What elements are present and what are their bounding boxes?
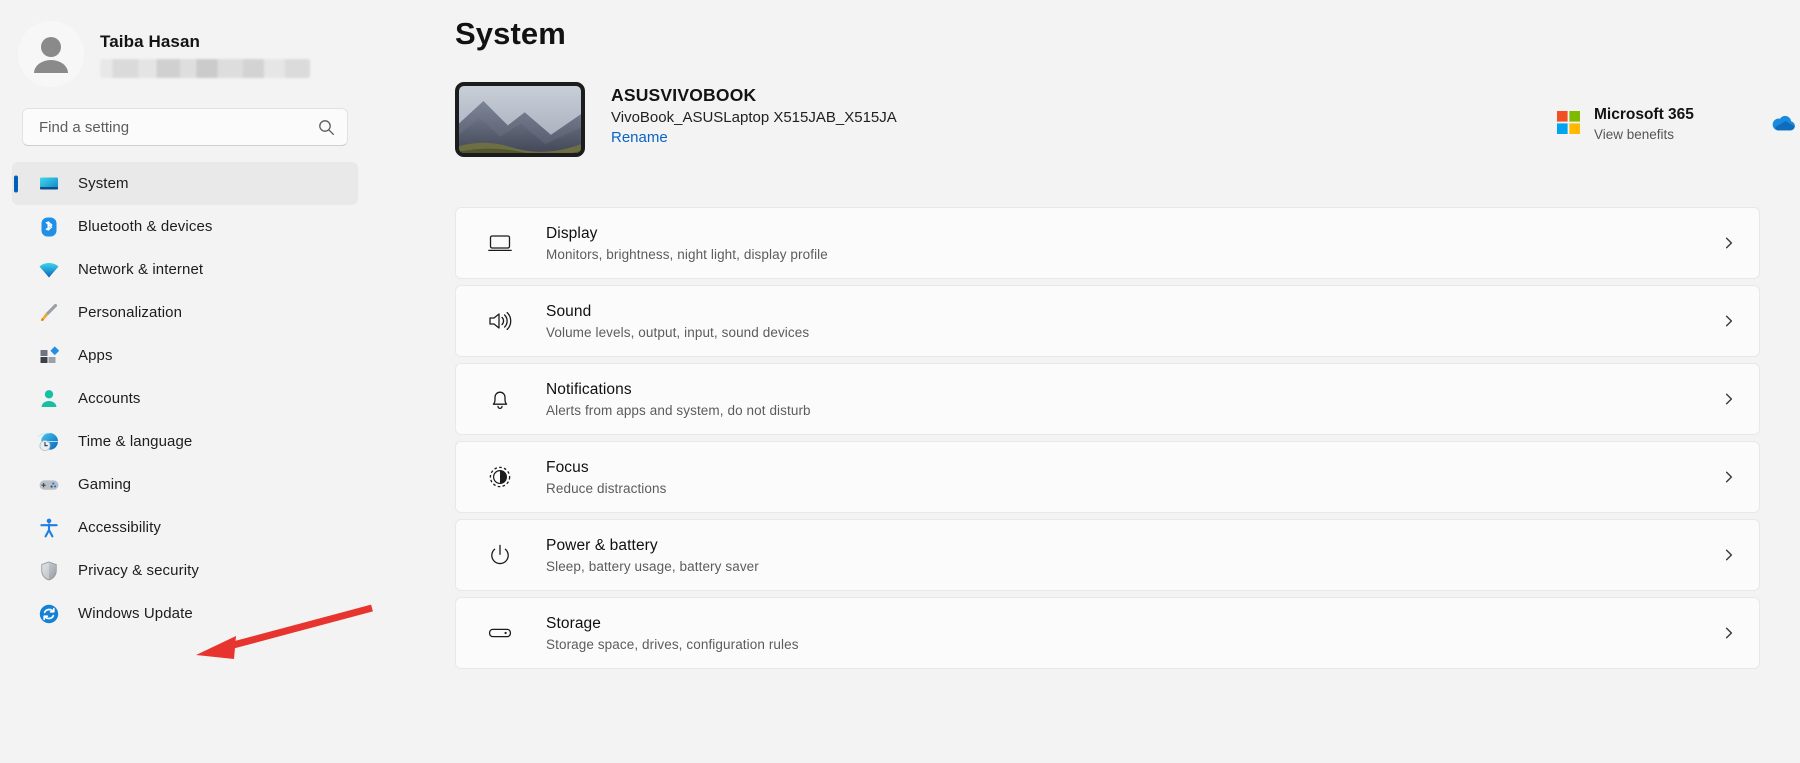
sidebar-item-label: System [78,175,129,192]
chevron-right-icon [1721,314,1737,328]
setting-title: Notifications [546,380,632,398]
setting-subtitle: Reduce distractions [546,480,667,496]
setting-text: Storage Storage space, drives, configura… [546,615,1721,652]
status-card-onedrive[interactable]: OneDrive Backed up [1770,106,1800,142]
sidebar-item-system[interactable]: System [12,162,358,205]
setting-text: Focus Reduce distractions [546,459,1721,496]
paintbrush-icon [38,302,60,324]
status-subtitle: View benefits [1594,127,1675,142]
setting-title: Storage [546,614,601,632]
profile-email-redacted [100,59,310,78]
sound-icon [486,307,514,335]
chevron-right-icon [1721,470,1737,484]
shield-icon [38,560,60,582]
setting-row-storage[interactable]: Storage Storage space, drives, configura… [455,597,1760,669]
chevron-right-icon [1721,626,1737,640]
update-icon [38,603,60,625]
bell-icon [486,385,514,413]
sidebar-item-accounts[interactable]: Accounts [12,377,358,420]
setting-subtitle: Alerts from apps and system, do not dist… [546,402,811,418]
setting-text: Notifications Alerts from apps and syste… [546,381,1721,418]
display-icon [486,229,514,257]
page-title: System [455,16,566,51]
main-content: System ASUSVIVOBOOK VivoBook_ASUSLaptop … [370,0,1800,763]
sidebar-item-gaming[interactable]: Gaming [12,463,358,506]
power-icon [486,541,514,569]
sidebar-item-accessibility[interactable]: Accessibility [12,506,358,549]
gamepad-icon [38,474,60,496]
setting-subtitle: Sleep, battery usage, battery saver [546,558,759,574]
setting-row-notifications[interactable]: Notifications Alerts from apps and syste… [455,363,1760,435]
setting-row-display[interactable]: Display Monitors, brightness, night ligh… [455,207,1760,279]
sidebar-item-bluetooth-devices[interactable]: Bluetooth & devices [12,205,358,248]
device-thumbnail [455,82,585,157]
profile-text: Taiba Hasan [100,30,310,78]
device-name: ASUSVIVOBOOK [611,85,757,105]
sidebar-item-personalization[interactable]: Personalization [12,291,358,334]
rename-link[interactable]: Rename [611,129,668,146]
sidebar-nav: System Bluetooth & devices Network & int… [0,146,370,635]
sidebar-item-label: Network & internet [78,261,204,278]
sidebar-item-windows-update[interactable]: Windows Update [12,592,358,635]
account-icon [38,388,60,410]
focus-icon [486,463,514,491]
accessibility-icon [38,517,60,539]
sidebar-item-label: Accessibility [78,519,161,536]
sidebar-item-label: Windows Update [78,605,193,622]
storage-icon [486,619,514,647]
search-input[interactable] [39,118,317,136]
setting-subtitle: Storage space, drives, configuration rul… [546,636,799,652]
sidebar-item-privacy-security[interactable]: Privacy & security [12,549,358,592]
setting-title: Sound [546,302,592,320]
chevron-right-icon [1721,236,1737,250]
settings-list: Display Monitors, brightness, night ligh… [370,172,1800,669]
sidebar-item-label: Time & language [78,433,193,450]
sidebar-item-label: Personalization [78,304,183,321]
sidebar-item-label: Gaming [78,476,132,493]
bluetooth-icon [38,216,60,238]
status-title: Microsoft 365 [1594,106,1694,123]
sidebar-item-label: Privacy & security [78,562,199,579]
setting-subtitle: Monitors, brightness, night light, displ… [546,246,828,262]
apps-icon [38,345,60,367]
sidebar-item-network-internet[interactable]: Network & internet [12,248,358,291]
device-model: VivoBook_ASUSLaptop X515JAB_X515JA [611,109,897,126]
status-card-microsoft-365[interactable]: Microsoft 365 View benefits [1555,106,1770,142]
chevron-right-icon [1721,392,1737,406]
sidebar-item-label: Bluetooth & devices [78,218,213,235]
setting-text: Power & battery Sleep, battery usage, ba… [546,537,1721,574]
profile-name: Taiba Hasan [100,32,200,51]
setting-subtitle: Volume levels, output, input, sound devi… [546,324,810,340]
search-box[interactable] [22,108,348,146]
avatar [18,21,84,87]
microsoft-logo-icon [1555,109,1581,135]
device-meta: ASUSVIVOBOOK VivoBook_ASUSLaptop X515JAB… [585,82,897,146]
status-text: Microsoft 365 View benefits [1594,106,1694,142]
sidebar: Taiba Hasan Find a setting System Blueto… [0,0,370,763]
status-cards: Microsoft 365 View benefits OneDrive Bac… [1555,106,1800,142]
user-profile[interactable]: Taiba Hasan [0,0,370,92]
setting-title: Display [546,224,598,242]
setting-row-sound[interactable]: Sound Volume levels, output, input, soun… [455,285,1760,357]
search-container [0,92,370,146]
monitor-icon [38,173,60,195]
clock-globe-icon [38,431,60,453]
setting-row-focus[interactable]: Focus Reduce distractions [455,441,1760,513]
sidebar-item-label: Accounts [78,390,141,407]
sidebar-item-label: Apps [78,347,113,364]
settings-window: Taiba Hasan Find a setting System Blueto… [0,0,1800,763]
onedrive-icon [1770,109,1796,135]
chevron-right-icon [1721,548,1737,562]
wifi-icon [38,259,60,281]
sidebar-item-apps[interactable]: Apps [12,334,358,377]
sidebar-item-time-language[interactable]: Time & language [12,420,358,463]
setting-row-power-battery[interactable]: Power & battery Sleep, battery usage, ba… [455,519,1760,591]
setting-text: Sound Volume levels, output, input, soun… [546,303,1721,340]
search-icon [317,119,335,136]
setting-title: Focus [546,458,589,476]
setting-title: Power & battery [546,536,658,554]
setting-text: Display Monitors, brightness, night ligh… [546,225,1721,262]
